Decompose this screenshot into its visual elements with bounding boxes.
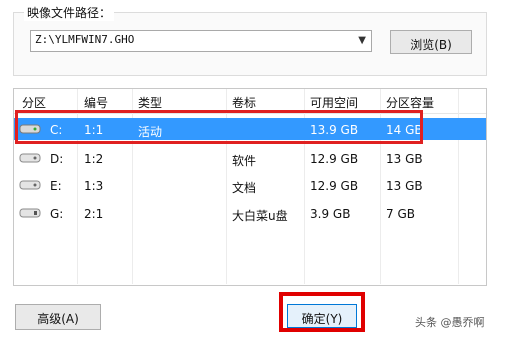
usb-drive-icon: [19, 208, 41, 218]
watermark-text: 头条 @愚乔啊: [415, 316, 485, 329]
disk-drive-icon: [19, 153, 41, 163]
cell-free: 12.9 GB: [310, 152, 359, 166]
browse-button-label: 浏览(B): [410, 38, 452, 52]
header-type[interactable]: 类型: [138, 94, 162, 111]
header-volume[interactable]: 卷标: [232, 94, 256, 111]
chevron-down-icon[interactable]: ▼: [358, 35, 366, 46]
image-path-combobox[interactable]: Z:\YLMFWIN7.GHO ▼: [30, 30, 372, 52]
cell-number: 2:1: [84, 207, 104, 221]
cell-volume: 软件: [232, 154, 257, 168]
cell-size: 13 GB: [386, 179, 423, 193]
cell-drive: G:: [50, 207, 64, 221]
cell-number: 1:3: [84, 179, 104, 193]
cell-number: 1:2: [84, 152, 104, 166]
table-row[interactable]: G: 2:1 大白菜u盘 3.9 GB 7 GB: [14, 202, 486, 224]
annotation-highlight-ok: [279, 292, 365, 332]
disk-drive-icon: [19, 180, 41, 190]
cell-volume: 大白菜u盘: [232, 209, 288, 223]
cell-free: 12.9 GB: [310, 179, 359, 193]
browse-button[interactable]: 浏览(B): [390, 30, 472, 54]
advanced-button[interactable]: 高级(A): [15, 304, 101, 330]
annotation-highlight-row: [15, 110, 423, 144]
table-row[interactable]: E: 1:3 文档 12.9 GB 13 GB: [14, 174, 486, 196]
image-path-value: Z:\YLMFWIN7.GHO: [35, 33, 135, 46]
header-partition[interactable]: 分区: [22, 94, 46, 111]
header-number[interactable]: 编号: [84, 94, 108, 111]
header-size[interactable]: 分区容量: [386, 94, 434, 111]
cell-size: 7 GB: [386, 207, 415, 221]
header-free[interactable]: 可用空间: [310, 94, 358, 111]
advanced-button-label: 高级(A): [37, 312, 79, 326]
cell-drive: E:: [50, 179, 62, 193]
cell-volume: 文档: [232, 181, 257, 195]
table-row[interactable]: D: 1:2 软件 12.9 GB 13 GB: [14, 147, 486, 169]
cell-drive: D:: [50, 152, 64, 166]
cell-size: 13 GB: [386, 152, 423, 166]
image-path-label: 映像文件路径：: [24, 4, 115, 21]
cell-free: 3.9 GB: [310, 207, 351, 221]
